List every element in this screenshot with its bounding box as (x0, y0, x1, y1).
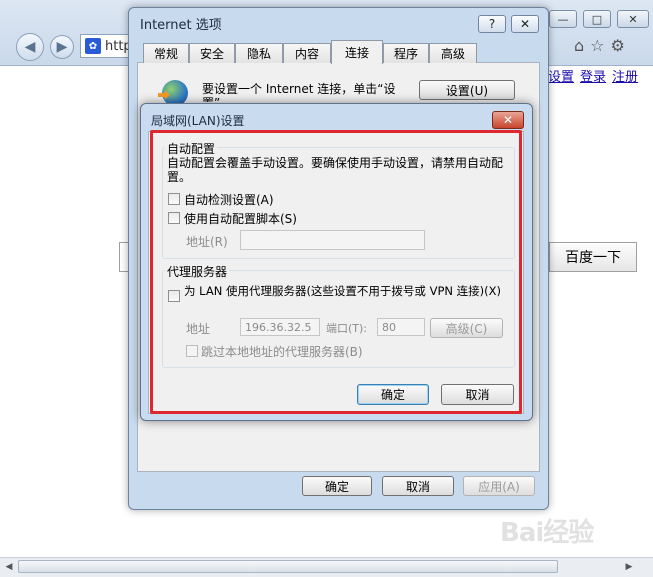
auto-script-label: 使用自动配置脚本(S) (184, 212, 297, 226)
close-icon[interactable]: ✕ (511, 15, 539, 33)
back-icon[interactable]: ◀ (16, 33, 44, 61)
scroll-right-icon[interactable]: ▶ (622, 560, 636, 574)
top-links: 设置 登录 注册 (548, 66, 638, 85)
minimize-icon[interactable]: — (549, 10, 577, 28)
dialog-title: Internet 选项 (140, 18, 222, 33)
tab-privacy[interactable]: 隐私 (235, 43, 283, 63)
io-apply-button[interactable]: 应用(A) (463, 476, 535, 496)
link-login[interactable]: 登录 (580, 66, 606, 85)
advanced-button[interactable]: 高级(C) (430, 318, 503, 338)
auto-detect-label: 自动检测设置(A) (184, 193, 274, 207)
scrollbar-thumb[interactable] (18, 560, 558, 573)
port-label: 端口(T): (326, 322, 368, 335)
script-address-field[interactable] (240, 230, 425, 250)
io-cancel-button[interactable]: 取消 (382, 476, 454, 496)
tab-programs[interactable]: 程序 (383, 43, 429, 63)
lan-close-icon[interactable]: ✕ (492, 111, 524, 129)
watermark-logo: Bai经验 (500, 518, 594, 548)
use-proxy-checkbox[interactable] (168, 290, 180, 302)
setup-button[interactable]: 设置(U) (419, 80, 515, 100)
use-proxy-label: 为 LAN 使用代理服务器(这些设置不用于拨号或 VPN 连接)(X) (184, 284, 501, 298)
tab-content[interactable]: 内容 (283, 43, 331, 63)
auto-config-description: 自动配置会覆盖手动设置。要确保使用手动设置，请禁用自动配置。 (167, 156, 504, 184)
tab-connections[interactable]: 连接 (331, 40, 383, 64)
baidu-search-button[interactable]: 百度一下 (549, 242, 637, 272)
io-ok-button[interactable]: 确定 (302, 476, 372, 496)
bypass-local-checkbox[interactable] (186, 345, 198, 357)
link-register[interactable]: 注册 (612, 66, 638, 85)
site-favicon-icon: ✿ (85, 38, 101, 54)
tab-security[interactable]: 安全 (189, 43, 235, 63)
help-icon[interactable]: ? (478, 15, 506, 33)
lan-ok-button[interactable]: 确定 (357, 384, 429, 405)
maximize-icon[interactable]: □ (583, 10, 611, 28)
bypass-local-label: 跳过本地地址的代理服务器(B) (201, 345, 363, 359)
setup-description: 要设置一个 Internet 连接，单击“设置”。 (202, 82, 396, 102)
browser-right-icons: ⌂ ☆ ⚙ (574, 36, 650, 56)
proxy-label: 代理服务器 (165, 263, 230, 280)
star-icon[interactable]: ☆ (590, 36, 604, 56)
forward-icon[interactable]: ▶ (50, 35, 74, 59)
gear-icon[interactable]: ⚙ (611, 36, 625, 56)
auto-script-checkbox[interactable] (168, 212, 180, 224)
script-address-label: 地址(R) (186, 235, 228, 249)
tab-advanced[interactable]: 高级 (429, 43, 477, 63)
home-icon[interactable]: ⌂ (574, 36, 584, 56)
lan-dialog-title: 局域网(LAN)设置 (151, 114, 245, 128)
link-settings[interactable]: 设置 (548, 66, 574, 85)
auto-detect-checkbox[interactable] (168, 193, 180, 205)
scroll-left-icon[interactable]: ◀ (2, 560, 16, 574)
proxy-address-label: 地址 (186, 322, 211, 336)
auto-config-label: 自动配置 (165, 140, 218, 157)
tab-general[interactable]: 常规 (143, 43, 189, 63)
lan-cancel-button[interactable]: 取消 (441, 384, 514, 405)
window-close-icon[interactable]: ✕ (617, 10, 649, 28)
proxy-address-field[interactable]: 196.36.32.5 (240, 318, 320, 336)
port-field[interactable]: 80 (377, 318, 425, 336)
